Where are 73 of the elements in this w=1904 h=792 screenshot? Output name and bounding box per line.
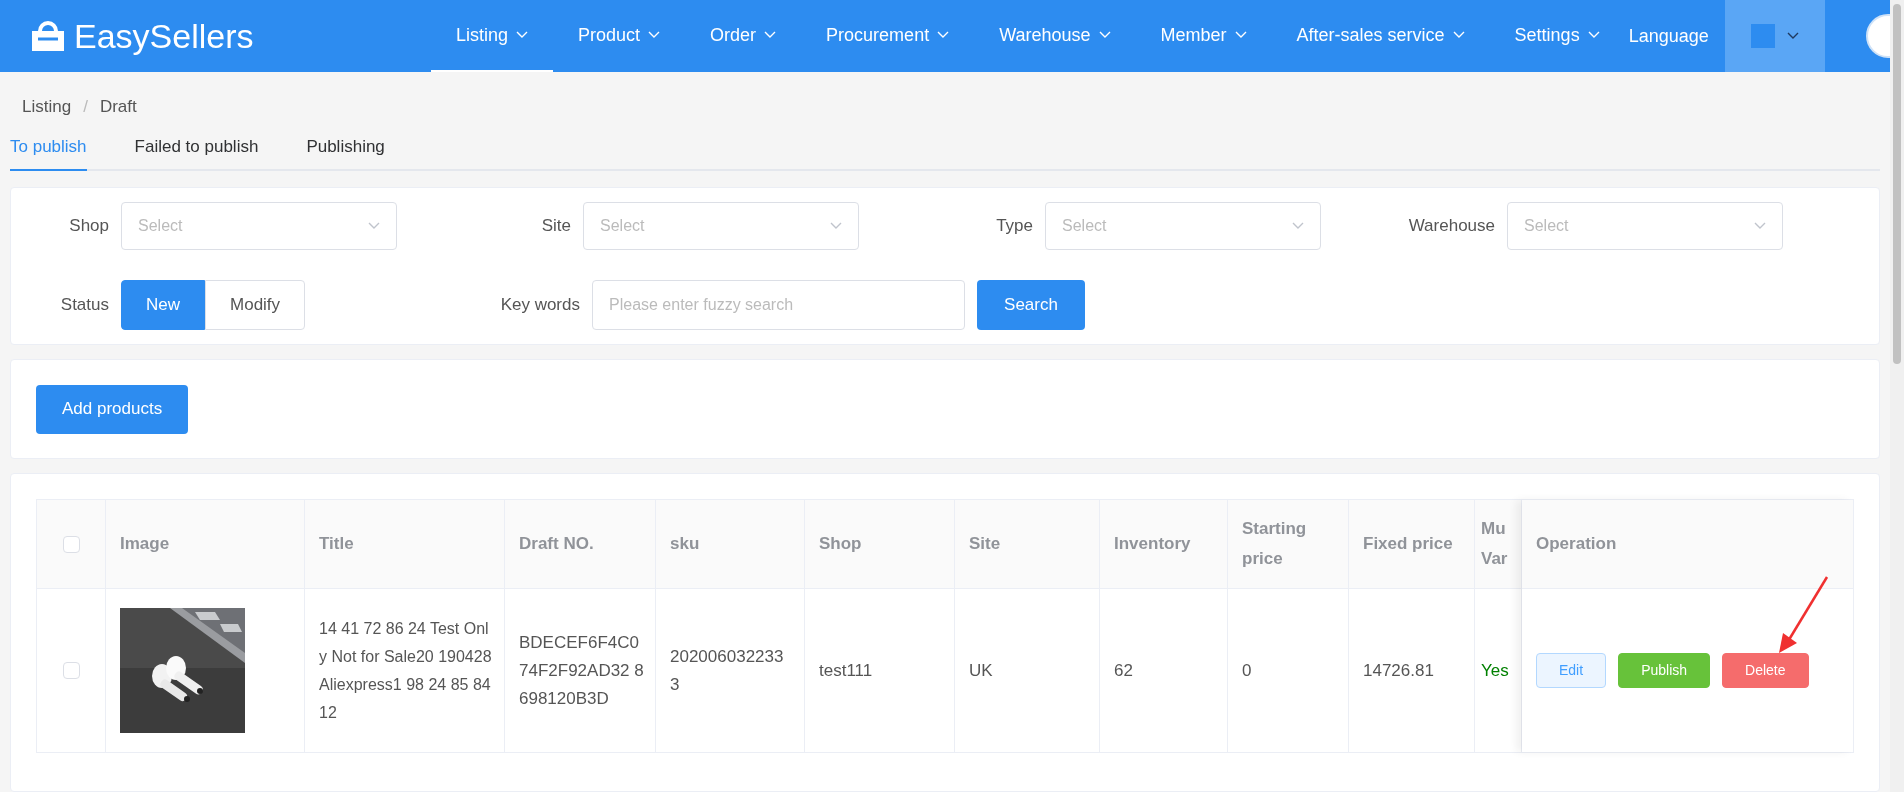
filter-label: Status [59, 294, 110, 317]
column-header: Starting price [1242, 518, 1308, 570]
chevron-down-icon [368, 222, 380, 230]
keywords-field[interactable]: Please enter fuzzy search [592, 280, 965, 330]
checkbox[interactable] [62, 662, 80, 679]
column-header: Image [120, 533, 170, 555]
nav-menu-item[interactable]: Member [1135, 0, 1272, 72]
bag-logo-icon [30, 19, 66, 53]
column-header: Shop [819, 533, 862, 555]
table-cell-text: 14 41 72 86 24 Test Only Not for Sale20 190428 Aliexpress1 98 24 85 84 12 [319, 618, 493, 723]
status-toggle[interactable]: Modify [205, 280, 306, 330]
column-header: Site [969, 533, 1001, 555]
select-field[interactable]: Select [1045, 202, 1321, 250]
language-dropdown[interactable] [1724, 0, 1825, 72]
column-header: Operation [1536, 533, 1617, 556]
select-field[interactable]: Select [121, 202, 397, 250]
table-cell-text: Yes [1481, 659, 1509, 682]
column-header: Mu Var [1481, 518, 1508, 570]
filter-label: Warehouse [1407, 215, 1496, 238]
chevron-down-icon [1292, 222, 1304, 230]
nav-menu-item[interactable]: Settings [1489, 0, 1625, 72]
tab[interactable]: To publish [10, 133, 87, 171]
filter-label: Shop [68, 215, 110, 238]
table-cell-text: 202006032233 3 [670, 645, 785, 696]
column-header: sku [670, 533, 700, 555]
table-cell-text: 14726.81 [1363, 659, 1434, 682]
filter-label: Site [540, 215, 572, 238]
status-toggle[interactable]: New [121, 280, 205, 330]
nav-menu-item[interactable]: Procurement [801, 0, 975, 72]
chevron-down-icon [648, 31, 661, 39]
chevron-down-icon [764, 31, 777, 39]
nav-menu-item[interactable]: Order [685, 0, 802, 72]
chevron-down-icon [1754, 222, 1766, 230]
chevron-down-icon [1234, 31, 1247, 39]
column-header: Draft NO. [519, 533, 594, 555]
add-products-button[interactable]: Add products [36, 384, 189, 434]
search-button[interactable]: Search [977, 280, 1085, 330]
chevron-down-icon [1098, 31, 1111, 39]
select-field[interactable]: Select [583, 202, 859, 250]
column-header: Fixed price [1363, 533, 1453, 555]
chevron-down-icon [937, 31, 950, 39]
language-label: Language [1628, 24, 1709, 48]
flag-icon [1750, 24, 1775, 48]
breadcrumb-current: Draft [99, 96, 137, 118]
chevron-down-icon [1452, 31, 1465, 39]
column-header: Inventory [1114, 533, 1191, 555]
breadcrumb-link[interactable]: Listing [22, 94, 72, 120]
chevron-down-icon [1587, 31, 1600, 39]
nav-menu-item[interactable]: After-sales service [1271, 0, 1490, 72]
table-cell-text: BDECEF6F4C0 74F2F92AD32 8698120B3D [519, 631, 645, 710]
column-header: Title [319, 533, 354, 555]
logo: EasySellers [74, 19, 254, 53]
tab[interactable]: Publishing [306, 133, 385, 171]
table-cell-text: test111 [819, 659, 873, 682]
filter-label: Key words [499, 294, 581, 317]
checkbox[interactable] [62, 535, 80, 553]
chevron-down-icon [830, 222, 842, 230]
scrollbar[interactable] [1893, 4, 1901, 364]
nav-menu-item[interactable]: Warehouse [974, 0, 1136, 72]
chevron-down-icon [1786, 32, 1799, 40]
breadcrumb-separator: / [83, 96, 88, 118]
table-cell-text: UK [969, 659, 993, 682]
publish-button[interactable]: Publish [1618, 653, 1711, 688]
edit-button[interactable]: Edit [1536, 653, 1607, 688]
table-cell-text: 0 [1242, 659, 1252, 682]
table-cell-text: 62 [1114, 659, 1133, 682]
nav-menu-item[interactable]: Product [553, 0, 686, 72]
filter-label: Type [995, 215, 1034, 238]
tab[interactable]: Failed to publish [134, 133, 259, 171]
chevron-down-icon [516, 31, 529, 39]
select-field[interactable]: Select [1507, 202, 1783, 250]
delete-button[interactable]: Delete [1722, 653, 1809, 688]
nav-menu-item[interactable]: Listing [431, 0, 554, 72]
